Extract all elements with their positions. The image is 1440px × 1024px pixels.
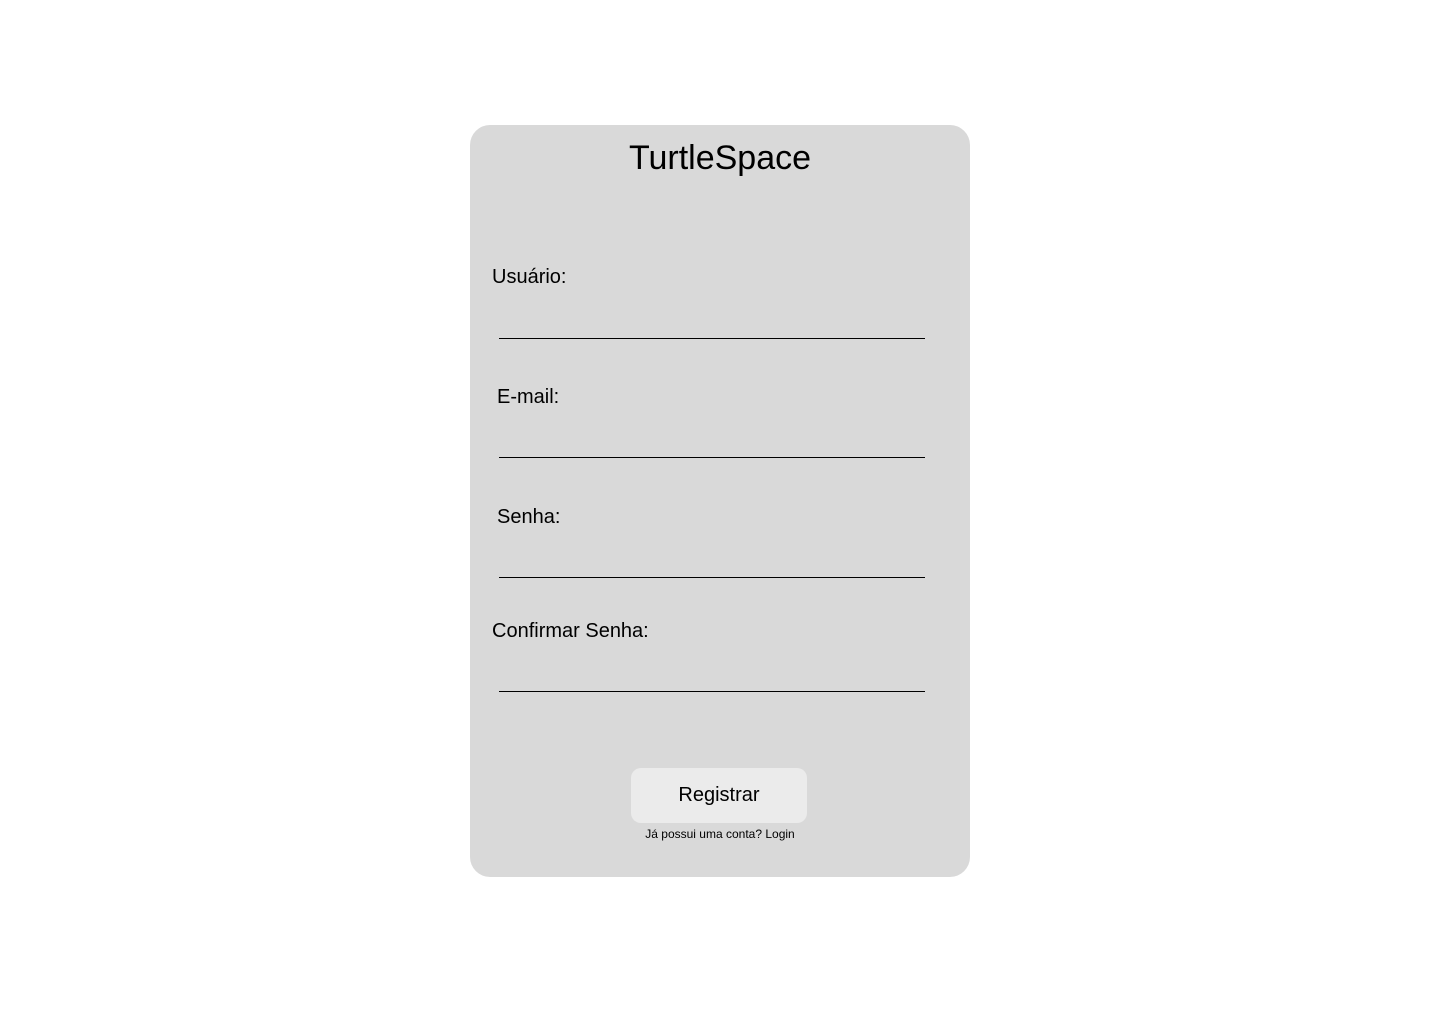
- email-input[interactable]: [499, 428, 925, 458]
- app-title: TurtleSpace: [628, 139, 812, 177]
- login-prompt: Já possui uma conta? Login: [470, 827, 970, 842]
- username-label: Usuário:: [492, 266, 567, 288]
- login-link[interactable]: Login: [765, 827, 794, 841]
- email-label: E-mail:: [497, 386, 560, 408]
- confirm-password-input[interactable]: [499, 662, 925, 692]
- register-card: TurtleSpace Usuário: E-mail: Senha: Conf…: [470, 125, 970, 877]
- username-input[interactable]: [499, 309, 925, 339]
- confirm-password-label: Confirmar Senha:: [492, 620, 649, 642]
- register-button[interactable]: Registrar: [631, 768, 807, 823]
- password-input[interactable]: [499, 548, 925, 578]
- have-account-text: Já possui uma conta?: [645, 827, 763, 841]
- password-label: Senha:: [497, 506, 561, 528]
